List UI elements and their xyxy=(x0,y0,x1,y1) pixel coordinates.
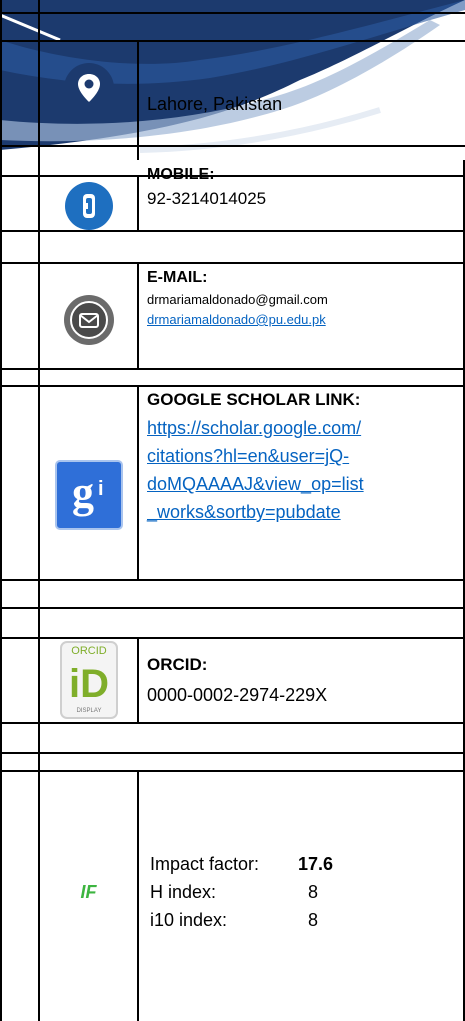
orcid-icon: ORCID iD DISPLAY xyxy=(40,640,137,720)
table-border-left xyxy=(0,0,2,1021)
column-divider xyxy=(137,262,139,368)
email-address-link[interactable]: drmariamaldonado@pu.edu.pk xyxy=(147,312,326,327)
metric-label: i10 index: xyxy=(150,910,228,930)
column-divider xyxy=(137,175,139,230)
column-divider xyxy=(137,40,139,160)
svg-text:g: g xyxy=(72,468,94,517)
orcid-id: 0000-0002-2974-229X xyxy=(147,685,328,705)
metric-label: H index: xyxy=(150,882,217,902)
metric-value: 8 xyxy=(308,910,319,930)
metric-value: 17.6 xyxy=(298,854,334,874)
phone-icon xyxy=(40,180,137,232)
scholar-label: GOOGLE SCHOLAR LINK: xyxy=(147,390,361,409)
location-pin-icon xyxy=(40,58,137,118)
scholar-link-line[interactable]: citations?hl=en&user=jQ- xyxy=(147,446,349,466)
metric-label: Impact factor: xyxy=(150,854,260,874)
mobile-label: MOBILE: xyxy=(147,166,215,183)
email-address-primary[interactable]: drmariamaldonado@gmail.com xyxy=(147,290,459,310)
svg-text:i: i xyxy=(98,478,104,500)
google-scholar-icon: g i xyxy=(40,460,137,530)
orcid-logo-top: ORCID xyxy=(71,645,107,657)
column-divider xyxy=(137,770,139,1021)
mail-icon xyxy=(40,292,137,348)
column-divider xyxy=(137,637,139,722)
column-divider xyxy=(137,385,139,579)
metric-value: 8 xyxy=(308,882,319,902)
email-label: E-MAIL: xyxy=(147,269,208,286)
scholar-link-line[interactable]: https://scholar.google.com/ xyxy=(147,418,361,438)
orcid-logo-bottom: DISPLAY xyxy=(76,708,101,714)
scholar-link-line[interactable]: _works&sortby=pubdate xyxy=(147,502,341,522)
location-text: Lahore, Pakistan xyxy=(147,94,283,114)
scholar-link-line[interactable]: doMQAAAAJ&view_op=list xyxy=(147,474,364,494)
mobile-number: 92-3214014025 xyxy=(147,189,267,208)
orcid-label: ORCID: xyxy=(147,655,208,674)
impact-factor-icon: IF xyxy=(80,882,97,902)
orcid-logo-main: iD xyxy=(69,662,109,706)
